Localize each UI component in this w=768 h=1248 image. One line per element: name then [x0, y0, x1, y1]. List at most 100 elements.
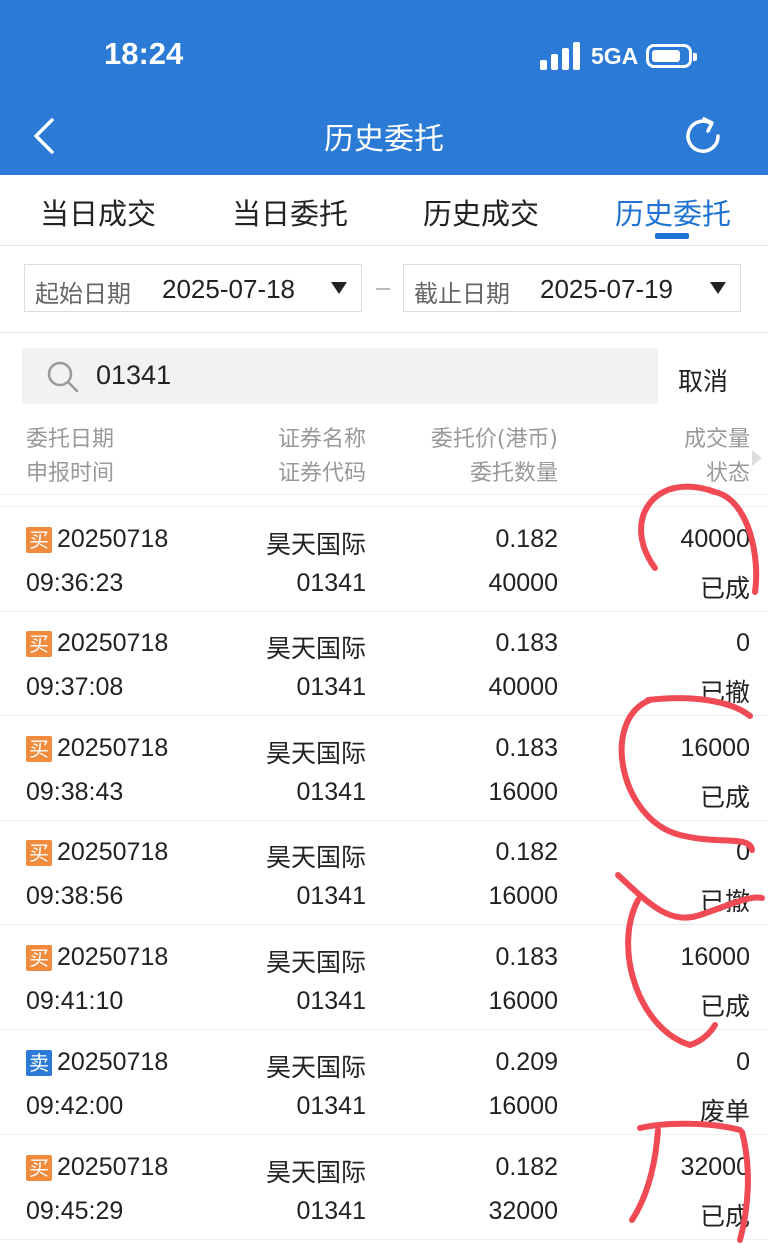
filled-qty: 0	[736, 838, 750, 867]
order-status: 已成	[699, 783, 750, 812]
security-name: 昊天国际	[265, 844, 366, 873]
buy-badge: 买	[26, 945, 52, 972]
col-order-qty: 委托数量	[469, 461, 558, 486]
order-status: 已撤	[699, 888, 750, 917]
order-date: 20250718	[57, 733, 169, 762]
refresh-icon[interactable]	[680, 113, 726, 159]
security-name: 昊天国际	[265, 634, 366, 663]
buy-badge: 买	[26, 527, 52, 553]
start-date-value: 2025-07-18	[162, 274, 295, 304]
report-time: 09:38:56	[26, 882, 124, 911]
page-title: 历史委托	[324, 122, 444, 157]
table-row[interactable]: 买 20250718 09:37:08 昊天国际 01341 0.183 40000 0 已撤	[0, 611, 768, 716]
col-filled-qty: 成交量	[683, 427, 750, 452]
report-time: 09:41:10	[26, 987, 124, 1016]
tab-today-orders[interactable]: 当日委托	[232, 191, 348, 233]
search-input[interactable]: 01341	[22, 348, 658, 404]
chevron-down-icon	[710, 282, 726, 294]
active-tab-indicator	[655, 233, 689, 239]
table-row[interactable]: 卖 20250718 09:42:00 昊天国际 01341 0.209 16000 0 废单	[0, 1030, 768, 1135]
order-qty: 16000	[488, 882, 558, 911]
order-qty: 16000	[488, 987, 558, 1016]
order-price: 0.182	[495, 525, 558, 553]
report-time: 09:36:23	[26, 569, 124, 597]
end-date-select[interactable]: 截止日期 2025-07-19	[403, 264, 741, 312]
filled-qty: 32000	[680, 1152, 750, 1181]
col-security-name: 证券名称	[277, 427, 366, 452]
order-qty: 32000	[488, 1196, 558, 1225]
security-name: 昊天国际	[265, 1054, 366, 1082]
security-code: 01341	[296, 1196, 366, 1225]
security-code: 01341	[296, 672, 366, 701]
report-time: 09:45:29	[26, 1196, 124, 1225]
order-status: 已撤	[699, 678, 750, 707]
search-query: 01341	[96, 360, 172, 390]
order-date: 20250718	[57, 943, 169, 972]
order-date: 20250718	[57, 525, 169, 553]
buy-badge: 买	[26, 840, 52, 867]
buy-badge: 买	[26, 735, 52, 762]
table-row[interactable]: 买 20250718 09:45:29 昊天国际 01341 0.182 32000 3200…	[0, 1135, 768, 1240]
col-order-price: 委托价(港币)	[430, 427, 558, 452]
order-price: 0.209	[495, 1048, 558, 1076]
security-code: 01341	[296, 777, 366, 806]
security-name: 昊天国际	[265, 739, 366, 768]
network-type: 5GA	[591, 43, 639, 69]
filled-qty: 40000	[680, 525, 750, 553]
tab-bar: 当日成交 当日委托 历史成交 历史委托	[0, 175, 768, 246]
order-price: 0.183	[495, 628, 558, 657]
col-security-code: 证券代码	[277, 461, 366, 486]
tab-history-orders[interactable]: 历史委托	[615, 191, 731, 233]
order-qty: 16000	[488, 1092, 558, 1120]
order-qty: 16000	[488, 777, 558, 806]
filled-qty: 16000	[680, 733, 750, 762]
order-date: 20250718	[57, 1048, 169, 1076]
filled-qty: 16000	[680, 943, 750, 972]
report-time: 09:37:08	[26, 672, 124, 701]
date-range-separator	[376, 288, 390, 290]
table-row[interactable]: 买 20250718 09:36:23 昊天国际 01341 0.182 40000 4000…	[0, 506, 768, 612]
order-qty: 40000	[488, 672, 558, 701]
buy-badge: 买	[26, 630, 52, 657]
tab-today-trades[interactable]: 当日成交	[40, 191, 156, 233]
col-order-date: 委托日期	[26, 427, 115, 452]
order-status: 废单	[699, 1098, 750, 1126]
order-price: 0.182	[495, 1152, 558, 1181]
end-date-label: 截止日期	[414, 280, 510, 308]
security-code: 01341	[296, 569, 366, 597]
security-code: 01341	[296, 987, 366, 1016]
table-row[interactable]: 买 20250718 09:38:56 昊天国际 01341 0.182 16000 0 已撤	[0, 820, 768, 926]
search-icon	[47, 361, 79, 393]
signal-icon	[540, 42, 582, 70]
end-date-value: 2025-07-19	[540, 274, 673, 304]
report-time: 09:42:00	[26, 1092, 124, 1120]
order-date: 20250718	[57, 628, 169, 657]
order-price: 0.182	[495, 838, 558, 867]
app-header: 18:24 5GA 历史委托	[0, 0, 768, 175]
sell-badge: 卖	[26, 1050, 52, 1076]
start-date-label: 起始日期	[35, 280, 131, 308]
start-date-select[interactable]: 起始日期 2025-07-18	[24, 264, 362, 312]
table-row[interactable]: 买 20250718 09:41:10 昊天国际 01341 0.183 16000 1600…	[0, 925, 768, 1031]
order-price: 0.183	[495, 733, 558, 762]
scroll-right-icon[interactable]	[752, 450, 762, 466]
order-price: 0.183	[495, 943, 558, 972]
battery-icon	[646, 44, 697, 68]
tab-history-trades[interactable]: 历史成交	[423, 191, 539, 233]
filled-qty: 0	[736, 1048, 750, 1076]
security-code: 01341	[296, 1092, 366, 1120]
col-status: 状态	[705, 461, 750, 486]
chevron-down-icon	[331, 282, 347, 294]
order-status: 已成	[699, 993, 750, 1022]
order-qty: 40000	[488, 569, 558, 597]
security-name: 昊天国际	[265, 1158, 366, 1187]
security-name: 昊天国际	[265, 531, 366, 559]
order-status: 已成	[699, 575, 750, 603]
table-row[interactable]: 买 20250718 09:38:43 昊天国际 01341 0.183 16000 1600…	[0, 716, 768, 821]
status-time: 18:24	[104, 36, 184, 71]
buy-badge: 买	[26, 1154, 52, 1181]
report-time: 09:38:43	[26, 777, 124, 806]
date-filter-bar: 起始日期 2025-07-18 截止日期 2025-07-19	[0, 246, 768, 333]
cancel-search-button[interactable]: 取消	[678, 362, 728, 398]
security-name: 昊天国际	[265, 949, 366, 978]
